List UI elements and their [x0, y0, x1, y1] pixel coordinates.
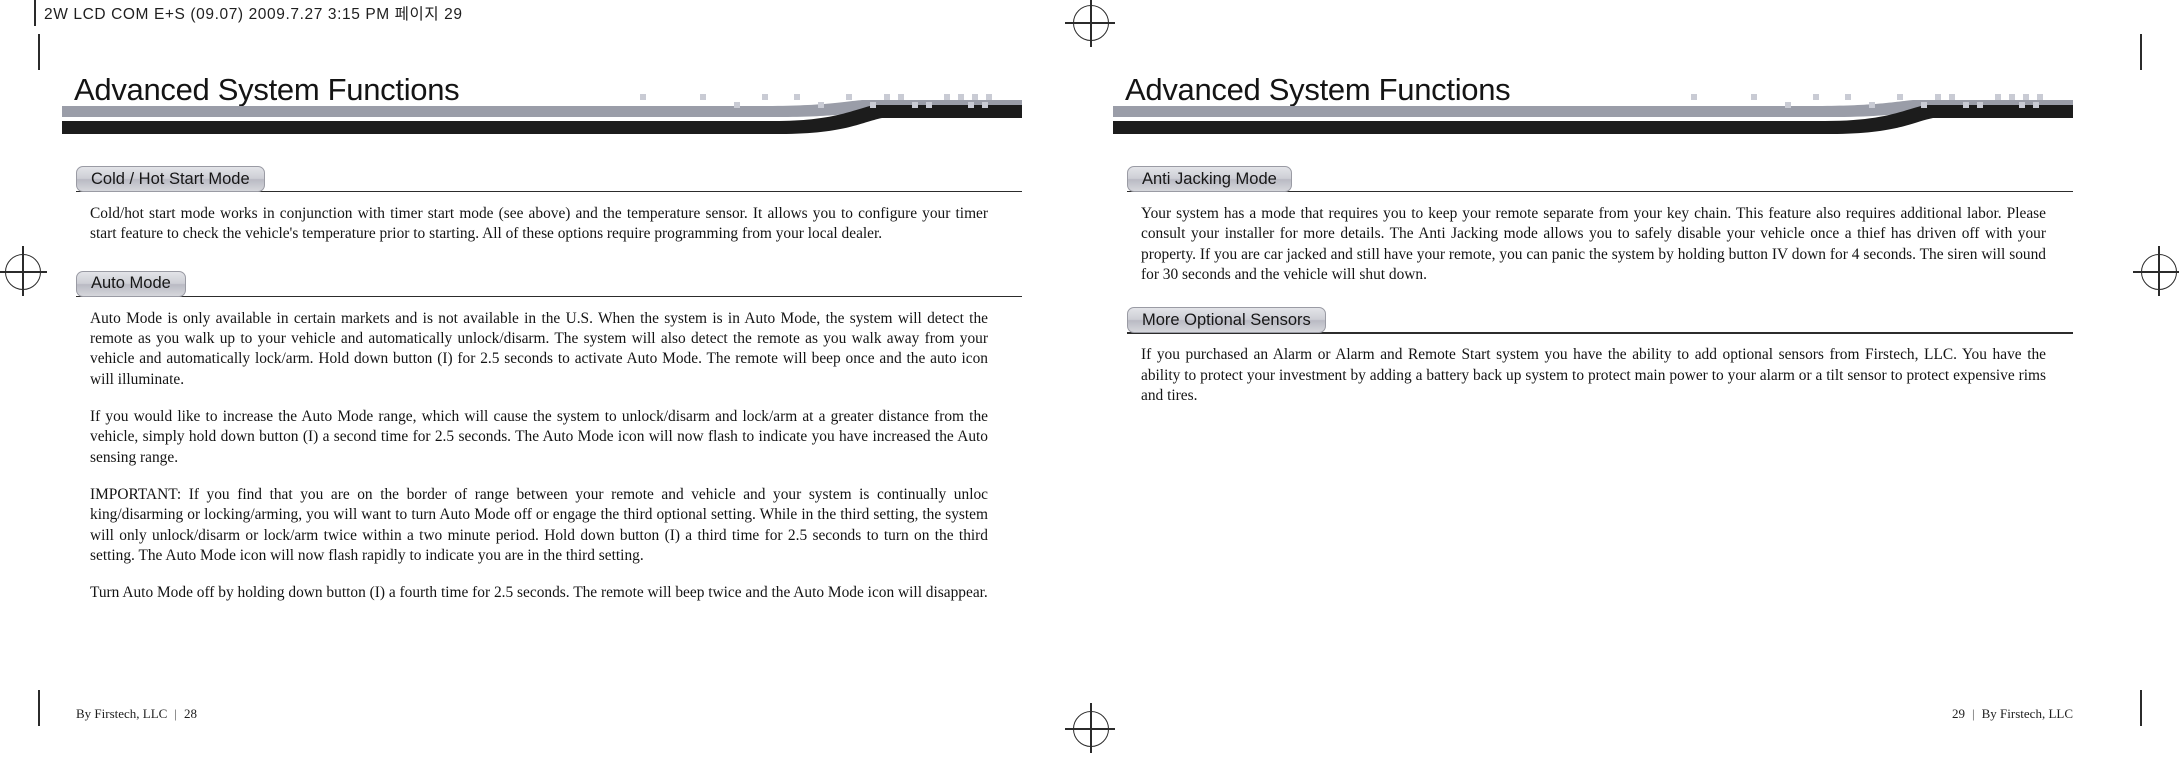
- section-pill: More Optional Sensors: [1127, 307, 1326, 334]
- section-body-more-optional-sensors: If you purchased an Alarm or Alarm and R…: [1141, 345, 2046, 406]
- footer-credit: By Firstech, LLC: [76, 706, 168, 721]
- section-heading-more-optional-sensors: More Optional Sensors: [1113, 307, 2073, 334]
- page-number: 28: [183, 706, 197, 721]
- paragraph: Cold/hot start mode works in conjunction…: [90, 205, 988, 243]
- chapter-banner: Advanced System Functions: [1113, 60, 2073, 146]
- section-body-auto-mode: Auto Mode is only available in certain m…: [90, 309, 988, 604]
- page-left: Advanced System Functions Cold / Hot Sta…: [62, 60, 1022, 721]
- section-label: Cold / Hot Start Mode: [91, 169, 250, 188]
- section-body-anti-jacking-mode: Your system has a mode that requires you…: [1141, 204, 2046, 285]
- section-pill: Auto Mode: [76, 270, 186, 297]
- section-label: More Optional Sensors: [1142, 310, 1311, 329]
- section-label: Auto Mode: [91, 274, 171, 293]
- paragraph: If you would like to increase the Auto M…: [90, 407, 988, 466]
- section-body-cold-hot-start-mode: Cold/hot start mode works in conjunction…: [90, 204, 988, 245]
- footer-separator: |: [174, 706, 177, 721]
- section-heading-anti-jacking-mode: Anti Jacking Mode: [1113, 166, 2073, 193]
- page-spread: Advanced System Functions Cold / Hot Sta…: [0, 0, 2179, 763]
- section-heading-cold-hot-start-mode: Cold / Hot Start Mode: [62, 166, 1022, 193]
- banner-dot-pattern: [1673, 92, 2073, 114]
- footer-separator: |: [1972, 706, 1975, 721]
- paragraph: If you purchased an Alarm or Alarm and R…: [1141, 346, 2046, 404]
- section-rule: [76, 295, 1022, 297]
- paragraph: Turn Auto Mode off by holding down butto…: [90, 584, 988, 602]
- page-number: 29: [1952, 706, 1966, 721]
- section-pill: Cold / Hot Start Mode: [76, 166, 265, 192]
- paragraph: Your system has a mode that requires you…: [1141, 205, 2046, 283]
- paragraph: IMPORTANT: If you find that you are on t…: [90, 485, 988, 564]
- section-pill: Anti Jacking Mode: [1127, 166, 1292, 192]
- page-right: Advanced System Functions Anti Jacking M…: [1113, 60, 2073, 721]
- section-label: Anti Jacking Mode: [1142, 169, 1277, 188]
- section-heading-auto-mode: Auto Mode: [62, 270, 1022, 297]
- banner-dot-pattern: [622, 92, 1022, 114]
- footer-credit: By Firstech, LLC: [1981, 706, 2073, 721]
- paragraph: Auto Mode is only available in certain m…: [90, 309, 988, 388]
- footer-left: By Firstech, LLC | 28: [76, 706, 197, 722]
- chapter-banner: Advanced System Functions: [62, 60, 1022, 146]
- footer-right: 29 | By Firstech, LLC: [1952, 706, 2073, 722]
